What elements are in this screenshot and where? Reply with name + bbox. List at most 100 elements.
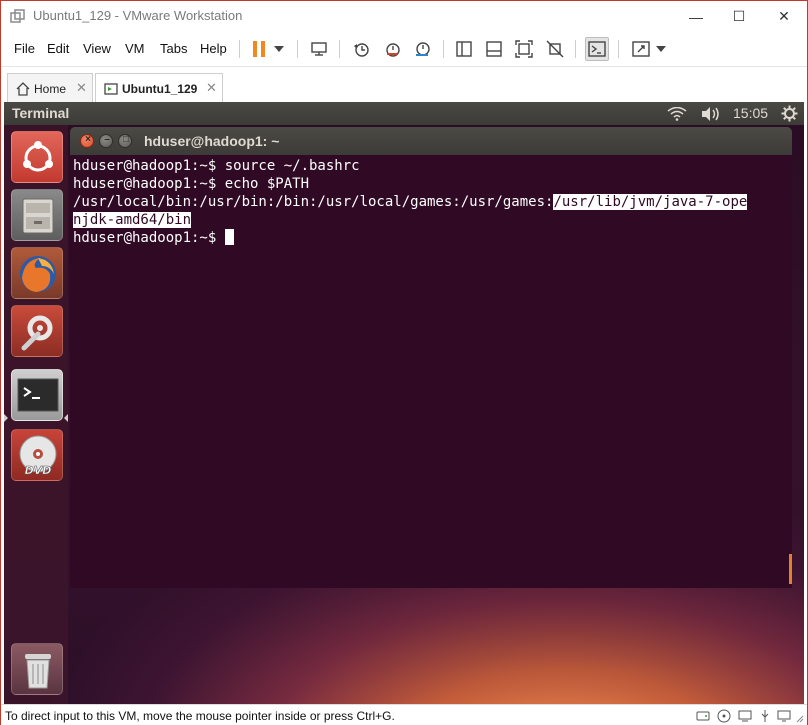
sidebar-icon: [456, 41, 472, 57]
title-bar: Ubuntu1_129 - VMware Workstation — ☐ ✕: [1, 1, 807, 32]
tab-home[interactable]: Home ✕: [7, 73, 93, 103]
menu-edit[interactable]: Edit: [47, 41, 69, 56]
close-icon: ×: [85, 134, 91, 145]
system-settings-icon: [21, 315, 53, 351]
unity-icon: [546, 40, 564, 58]
terminal-output[interactable]: hduser@hadoop1:~$ source ~/.bashrc hduser…: [73, 157, 789, 585]
ubuntu-dash-icon: [23, 141, 53, 172]
minimize-button[interactable]: —: [673, 1, 719, 32]
home-icon: [16, 82, 30, 96]
menu-help[interactable]: Help: [200, 41, 227, 56]
vm-console[interactable]: Terminal 15:05 DVD × – □ hduser@hadoop1:…: [4, 102, 804, 704]
trash-button[interactable]: [11, 643, 63, 695]
vmware-logo-icon: [10, 9, 25, 23]
pause-icon: [253, 41, 265, 57]
minimize-icon: —: [689, 8, 703, 25]
tab-vm-label: Ubuntu1_129: [122, 82, 198, 96]
unity-launcher: DVD: [4, 125, 68, 704]
display-icon[interactable]: [777, 709, 791, 723]
terminal-line: hduser@hadoop1:~$ source ~/.bashrc: [73, 157, 789, 175]
show-thumbnail-bar-button[interactable]: [483, 38, 505, 60]
dvd-button[interactable]: DVD: [11, 429, 63, 481]
terminal-maximize-button[interactable]: □: [118, 134, 132, 148]
keyboard-icon: [311, 42, 327, 56]
selected-text: njdk-amd64/bin: [73, 212, 192, 228]
vmware-window: Ubuntu1_129 - VMware Workstation — ☐ ✕ F…: [0, 0, 808, 725]
unity-mode-button[interactable]: [544, 38, 566, 60]
wifi-icon[interactable]: [667, 107, 687, 121]
ubuntu-top-panel: Terminal 15:05: [4, 102, 804, 125]
terminal-title: hduser@hadoop1: ~: [144, 133, 280, 149]
prompt: hduser@hadoop1:~$: [73, 176, 225, 192]
firefox-icon: [20, 256, 56, 292]
usb-icon[interactable]: [758, 709, 772, 723]
chevron-down-icon: [274, 46, 284, 52]
window-title: Ubuntu1_129 - VMware Workstation: [33, 8, 243, 23]
menu-view[interactable]: View: [83, 41, 111, 56]
status-bar: To direct input to this VM, move the mou…: [1, 704, 807, 725]
snapshot-manager-button[interactable]: [411, 38, 433, 60]
snapshot-button[interactable]: [350, 38, 372, 60]
stretch-guest-button[interactable]: [630, 38, 652, 60]
chevron-down-icon: [656, 46, 666, 52]
menu-file[interactable]: File: [14, 41, 35, 56]
scrollbar-thumb[interactable]: [789, 554, 792, 584]
power-dropdown-button[interactable]: [271, 38, 287, 60]
stretch-dropdown-button[interactable]: [653, 38, 669, 60]
stretch-icon: [632, 41, 650, 57]
maximize-icon: ☐: [732, 8, 746, 24]
status-message: To direct input to this VM, move the mou…: [5, 709, 395, 723]
console-view-button[interactable]: [585, 37, 609, 61]
firefox-button[interactable]: [11, 247, 63, 299]
gear-icon[interactable]: [781, 105, 798, 122]
tab-ubuntu1-129[interactable]: Ubuntu1_129 ✕: [95, 73, 223, 103]
thumbnail-bar-icon: [486, 41, 502, 57]
revert-snapshot-button[interactable]: [381, 38, 403, 60]
close-button[interactable]: ✕: [761, 1, 807, 32]
show-library-button[interactable]: [453, 38, 475, 60]
terminal-minimize-button[interactable]: –: [99, 134, 113, 148]
volume-icon[interactable]: [701, 106, 721, 122]
terminal-close-button[interactable]: ×: [80, 134, 94, 148]
close-tab-icon[interactable]: ✕: [206, 80, 217, 96]
close-icon: ✕: [778, 8, 790, 24]
terminal-line: njdk-amd64/bin: [73, 211, 789, 229]
system-settings-button[interactable]: [11, 305, 63, 357]
terminal-title-bar[interactable]: × – □ hduser@hadoop1: ~: [70, 127, 792, 155]
prompt: hduser@hadoop1:~$: [73, 230, 225, 246]
terminal-line: hduser@hadoop1:~$ echo $PATH: [73, 175, 789, 193]
dvd-label: DVD: [25, 464, 52, 477]
resize-grip-icon[interactable]: [796, 709, 804, 723]
maximize-button[interactable]: ☐: [716, 1, 762, 32]
panel-clock[interactable]: 15:05: [733, 105, 768, 121]
terminal-line: hduser@hadoop1:~$: [73, 229, 789, 247]
files-button[interactable]: [11, 189, 63, 241]
menu-tabs[interactable]: Tabs: [160, 41, 187, 56]
network-adapter-icon[interactable]: [738, 709, 752, 723]
selected-text: /usr/lib/jvm/java-7-ope: [553, 194, 748, 210]
toolbar-separator: [239, 40, 240, 58]
toolbar-separator: [618, 40, 619, 58]
dvd-icon: DVD: [19, 435, 57, 477]
snapshot-manager-icon: [416, 42, 430, 56]
terminal-window[interactable]: × – □ hduser@hadoop1: ~ hduser@hadoop1:~…: [70, 127, 792, 588]
full-screen-icon: [515, 40, 533, 58]
ubuntu-dash-button[interactable]: [11, 131, 63, 183]
minimize-icon: –: [104, 134, 110, 145]
close-tab-icon[interactable]: ✕: [76, 80, 87, 96]
snapshot-icon: [354, 43, 369, 57]
cd-dvd-icon[interactable]: [717, 709, 731, 723]
send-ctrl-alt-del-button[interactable]: [308, 38, 330, 60]
hard-disk-icon[interactable]: [696, 709, 710, 723]
console-icon: [588, 41, 606, 57]
trash-icon: [25, 654, 51, 689]
toolbar-separator: [443, 40, 444, 58]
pause-button[interactable]: [248, 38, 270, 60]
full-screen-button[interactable]: [513, 38, 535, 60]
focus-indicator: [64, 414, 68, 422]
tab-home-label: Home: [34, 82, 67, 96]
toolbar-separator: [575, 40, 576, 58]
terminal-icon: [17, 378, 59, 412]
terminal-launcher-button[interactable]: [11, 369, 63, 421]
menu-vm[interactable]: VM: [125, 41, 145, 56]
